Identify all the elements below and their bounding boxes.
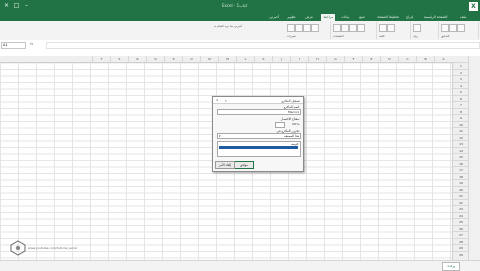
column-header[interactable]: H [308, 56, 326, 62]
dialog-title-bar: ? × تسجيل الماكرو [213, 97, 303, 104]
store-macro-select[interactable]: هذا المصنف ▾ [217, 133, 301, 139]
row-headers: 1 2 3 4 5 6 7 8 9 10 11 12 13 14 15 16 17 18 19 20 21 22 23 24 2… [452, 62, 469, 260]
excel-logo-icon: X [469, 2, 478, 11]
ribbon-group-4: تغييرات [284, 22, 331, 39]
ribbon: التدقيق رؤى اللغة التعليقات تغييرات أخبرني بم… [0, 21, 480, 41]
column-header[interactable]: M [218, 56, 236, 62]
column-header[interactable]: Q [146, 56, 164, 62]
window-title: Excel - كتاب1 [222, 3, 248, 8]
column-header[interactable]: N [200, 56, 218, 62]
ribbon-button-icon[interactable] [379, 24, 387, 32]
ribbon-button-icon[interactable] [349, 24, 357, 32]
vertical-scrollbar[interactable] [468, 56, 480, 260]
watermark-text: www.youtube.com/tutorial_excel [28, 246, 77, 250]
macro-name-input[interactable]: Macro1 [217, 109, 301, 115]
title-bar: × □ – Excel - كتاب1 X [0, 0, 480, 13]
ribbon-group-2: اللغة [376, 22, 411, 39]
tell-me-box[interactable]: أخبرني بما تريد القيام به [214, 24, 242, 28]
ribbon-tab-bar: ملف الصفحة الرئيسية إدراج تخطيط الصفحة صيغ بي… [0, 13, 480, 21]
ribbon-button-icon[interactable] [311, 24, 319, 32]
column-header[interactable]: E [362, 56, 380, 62]
shortcut-label: مفتاح الاختصار: [280, 117, 300, 121]
fx-label[interactable]: fx [30, 42, 44, 47]
cancel-button[interactable]: إلغاء الأمر [215, 161, 235, 169]
shortcut-prefix: Ctrl+ [292, 122, 300, 126]
ribbon-group-label: التعليقات [333, 34, 344, 38]
minimize-window-icon[interactable]: – [22, 2, 31, 10]
column-header[interactable]: P [164, 56, 182, 62]
tab-5[interactable]: بيانات [339, 14, 351, 21]
ribbon-button-icon[interactable] [413, 24, 421, 32]
row-header[interactable]: 30 [453, 250, 469, 258]
tab-6[interactable]: مراجعة [321, 14, 336, 21]
ribbon-button-icon[interactable] [287, 24, 295, 32]
channel-logo-icon [10, 240, 26, 256]
column-header[interactable]: G [326, 56, 344, 62]
formula-input[interactable] [46, 42, 480, 49]
maximize-window-icon[interactable]: □ [12, 2, 21, 10]
column-header[interactable]: C [398, 56, 416, 62]
column-header[interactable]: A [434, 56, 452, 62]
tab-9[interactable]: أخبرني [267, 14, 281, 21]
tab-8[interactable]: تطوير [285, 14, 297, 21]
column-header[interactable]: D [380, 56, 398, 62]
ribbon-group-label: اللغة [379, 34, 385, 38]
selected-option-highlight[interactable] [219, 146, 298, 149]
dialog-title: تسجيل الماكرو [281, 98, 300, 103]
column-header[interactable]: R [128, 56, 146, 62]
tab-2[interactable]: إدراج [404, 14, 415, 21]
ribbon-button-icon[interactable] [303, 24, 311, 32]
store-options-list[interactable]: الوصف: [217, 141, 301, 157]
column-header[interactable]: O [182, 56, 200, 62]
name-box[interactable]: A1 [1, 42, 26, 49]
column-header[interactable]: J [272, 56, 290, 62]
ribbon-button-icon[interactable] [387, 24, 395, 32]
column-header[interactable]: I [290, 56, 308, 62]
tab-1[interactable]: الصفحة الرئيسية [422, 14, 449, 21]
shortcut-key-input[interactable] [275, 122, 285, 128]
tab-3[interactable]: تخطيط الصفحة [375, 14, 401, 21]
formula-bar: A1 fx [0, 40, 480, 57]
ribbon-button-icon[interactable] [449, 24, 457, 32]
close-window-icon[interactable]: × [2, 2, 11, 10]
chevron-down-icon: ▾ [219, 134, 221, 139]
ribbon-group-1: رؤى [410, 22, 439, 39]
tab-7[interactable]: عرض [303, 14, 315, 21]
ribbon-group-label: تغييرات [287, 34, 296, 38]
column-header[interactable]: K [254, 56, 272, 62]
status-bar: ورقة1 [0, 260, 480, 271]
column-header[interactable]: L [236, 56, 254, 62]
record-macro-dialog: ? × تسجيل الماكرو اسم الماكرو: Macro1 مف… [212, 96, 304, 172]
ribbon-button-icon[interactable] [357, 24, 365, 32]
column-header[interactable]: F [344, 56, 362, 62]
ribbon-group-3: التعليقات [330, 22, 377, 39]
ribbon-button-icon[interactable] [341, 24, 349, 32]
column-header[interactable]: B [416, 56, 434, 62]
column-header[interactable]: T [92, 56, 110, 62]
ok-button[interactable]: موافق [234, 161, 254, 169]
dialog-help-icon[interactable]: ? [225, 99, 227, 103]
ribbon-group-0: التدقيق [438, 22, 479, 39]
ribbon-button-icon[interactable] [441, 24, 449, 32]
ribbon-button-icon[interactable] [295, 24, 303, 32]
ribbon-group-label: رؤى [413, 34, 418, 38]
tab-0[interactable]: ملف [458, 14, 468, 21]
dialog-close-icon[interactable]: × [216, 98, 219, 102]
column-header[interactable]: S [110, 56, 128, 62]
ribbon-button-icon[interactable] [457, 24, 465, 32]
ribbon-button-icon[interactable] [333, 24, 341, 32]
ribbon-group-label: التدقيق [441, 34, 450, 38]
column-headers: TSRQPONMLKJIHGFEDCBA [0, 56, 468, 63]
tab-4[interactable]: صيغ [357, 14, 367, 21]
